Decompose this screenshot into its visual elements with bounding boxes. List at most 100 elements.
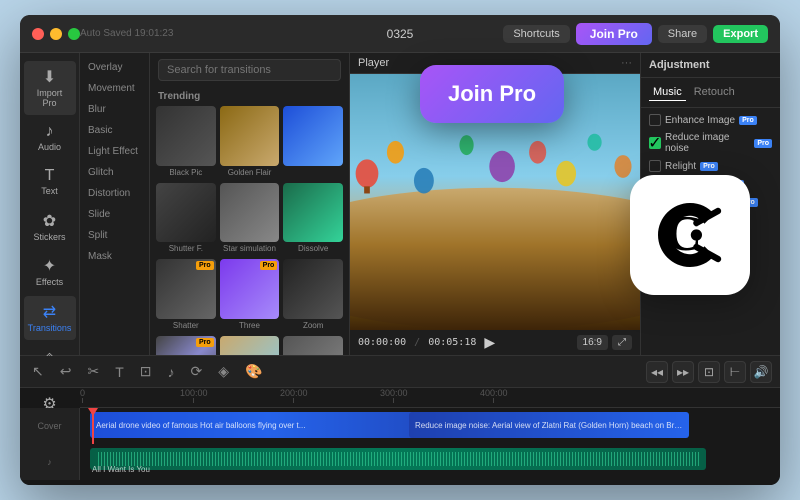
- audio-clip[interactable]: [90, 448, 706, 470]
- fit-button[interactable]: ⊡: [698, 361, 720, 383]
- enhance-image-checkbox[interactable]: [649, 114, 661, 126]
- ruler-mark: 200:00: [280, 388, 308, 403]
- text-icon: T: [45, 167, 55, 185]
- list-item[interactable]: Pro Three: [220, 259, 280, 332]
- list-item: Relight Pro: [649, 160, 772, 172]
- list-item[interactable]: Pro Shatter: [156, 259, 216, 332]
- audio-icon: ♪: [46, 123, 54, 141]
- fullscreen-button[interactable]: ⤢: [612, 335, 632, 350]
- category-overlay[interactable]: Overlay: [80, 57, 149, 78]
- audio-track-row: ♪ All I Want Is You: [20, 444, 780, 480]
- category-split[interactable]: Split: [80, 225, 149, 246]
- list-item[interactable]: Icling: [220, 336, 280, 355]
- color-tool[interactable]: 🎨: [241, 361, 266, 382]
- list-item[interactable]: Dissolve: [283, 183, 343, 256]
- import-icon: ⬇: [43, 67, 56, 87]
- video-clip-label: Aerial drone video of famous Hot air bal…: [96, 421, 305, 430]
- sidebar-item-import[interactable]: ⬇ ImportPro: [24, 61, 76, 115]
- sidebar-item-stickers[interactable]: ✿ Stickers: [24, 205, 76, 249]
- player-title: Player: [358, 57, 389, 69]
- video-clip-2-label: Reduce image noise: Aerial view of Zlatn…: [415, 421, 683, 430]
- time-total: 00:05:18: [428, 337, 476, 348]
- list-item[interactable]: Pro Backgr.: [156, 336, 216, 355]
- category-distortion[interactable]: Distortion: [80, 183, 149, 204]
- tab-music[interactable]: Music: [649, 84, 686, 101]
- audio-track-label: ♪: [20, 444, 80, 480]
- play-pause-button[interactable]: ▶: [484, 334, 495, 351]
- video-track-row: Cover Aerial drone video of famous Hot a…: [20, 408, 780, 444]
- timeline-toolbar: ↖ ↩ ✂ T ⊡ ♪ ⟳ ◈ 🎨 ◂◂ ▸▸ ⊡ ⊢ 🔊: [20, 356, 780, 388]
- autosave-label: Auto Saved 19:01:23: [80, 28, 173, 39]
- tab-retouch[interactable]: Retouch: [690, 84, 739, 101]
- left-sidebar: ⬇ ImportPro ♪ Audio T Text ✿ Stickers ✦ …: [20, 53, 80, 355]
- list-item[interactable]: Shake It: [283, 336, 343, 355]
- ratio-button[interactable]: 16:9: [577, 335, 608, 350]
- reduce-noise-checkbox[interactable]: ✓: [649, 137, 661, 149]
- shortcuts-button[interactable]: Shortcuts: [503, 25, 569, 43]
- stickers-icon: ✿: [43, 211, 56, 231]
- sidebar-item-text[interactable]: T Text: [24, 161, 76, 203]
- adjustment-tabs: Music Retouch: [641, 78, 780, 108]
- zoom-out-button[interactable]: ◂◂: [646, 361, 668, 383]
- trending-label: Trending: [150, 87, 349, 106]
- cursor-tool[interactable]: ↖: [28, 361, 48, 382]
- video-clip-2[interactable]: Reduce image noise: Aerial view of Zlatn…: [409, 412, 689, 438]
- transitions-icon: ⇄: [43, 302, 56, 322]
- zoom-in-button[interactable]: ▸▸: [672, 361, 694, 383]
- crop-tool[interactable]: ⊡: [136, 361, 156, 382]
- category-mask[interactable]: Mask: [80, 246, 149, 267]
- join-pro-label: Join Pro: [448, 81, 536, 106]
- adjustment-title: Adjustment: [641, 53, 780, 78]
- list-item[interactable]: Star simulation: [220, 183, 280, 256]
- player-controls: 00:00:00 / 00:05:18 ▶ 16:9 ⤢: [350, 330, 640, 355]
- audio-tool[interactable]: ♪: [164, 362, 179, 382]
- title-center: 0325: [387, 27, 414, 41]
- category-movement[interactable]: Movement: [80, 78, 149, 99]
- audio-track-content[interactable]: All I Want Is You: [80, 444, 780, 480]
- timeline: ↖ ↩ ✂ T ⊡ ♪ ⟳ ◈ 🎨 ◂◂ ▸▸ ⊡ ⊢ 🔊 0 100:00 2…: [20, 355, 780, 485]
- step-number: 0325: [387, 27, 414, 41]
- list-item[interactable]: [283, 106, 343, 179]
- sidebar-item-effects[interactable]: ✦ Effects: [24, 250, 76, 294]
- list-item[interactable]: Golden Flair: [220, 106, 280, 179]
- capcut-logo: C: [630, 175, 750, 295]
- video-track-content[interactable]: Aerial drone video of famous Hot air bal…: [80, 408, 780, 444]
- list-item[interactable]: Shutter F.: [156, 183, 216, 256]
- share-button[interactable]: Share: [658, 25, 707, 43]
- category-lighteffect[interactable]: Light Effect: [80, 141, 149, 162]
- search-input[interactable]: [158, 59, 341, 81]
- split-button[interactable]: ⊢: [724, 361, 746, 383]
- sidebar-item-transitions[interactable]: ⇄ Transitions: [24, 296, 76, 340]
- relight-checkbox[interactable]: [649, 160, 661, 172]
- ruler-mark: 0: [80, 388, 85, 403]
- undo-tool[interactable]: ↩: [56, 361, 76, 382]
- category-blur[interactable]: Blur: [80, 99, 149, 120]
- category-basic[interactable]: Basic: [80, 120, 149, 141]
- join-pro-overlay[interactable]: Join Pro: [420, 65, 564, 123]
- audio-waveform: [96, 452, 700, 466]
- transitions-grid: Black Pic Golden Flair Shutter F. Star s…: [150, 106, 349, 355]
- export-button[interactable]: Export: [713, 25, 768, 43]
- list-item[interactable]: Zoom: [283, 259, 343, 332]
- close-button[interactable]: [32, 28, 44, 40]
- playhead[interactable]: [92, 408, 94, 444]
- filter-tool[interactable]: ◈: [214, 361, 233, 382]
- speed-tool[interactable]: ⟳: [187, 361, 207, 382]
- timeline-right-tools: ◂◂ ▸▸ ⊡ ⊢ 🔊: [646, 361, 772, 383]
- sidebar-item-audio[interactable]: ♪ Audio: [24, 117, 76, 159]
- ruler-mark: 400:00: [480, 388, 508, 403]
- fullscreen-button[interactable]: [68, 28, 80, 40]
- split-tool[interactable]: ✂: [83, 361, 103, 382]
- player-menu-icon[interactable]: ···: [621, 57, 632, 69]
- list-item[interactable]: Black Pic: [156, 106, 216, 179]
- category-slide[interactable]: Slide: [80, 204, 149, 225]
- list-item: ✓ Reduce image noise Pro: [649, 132, 772, 154]
- minimize-button[interactable]: [50, 28, 62, 40]
- joinpro-button[interactable]: Join Pro: [576, 23, 652, 45]
- text-tool[interactable]: T: [111, 362, 128, 382]
- effects-icon: ✦: [43, 256, 56, 276]
- video-track-label: Cover: [20, 408, 80, 444]
- volume-button[interactable]: 🔊: [750, 361, 772, 383]
- player-right-buttons: 16:9 ⤢: [577, 335, 632, 350]
- category-glitch[interactable]: Glitch: [80, 162, 149, 183]
